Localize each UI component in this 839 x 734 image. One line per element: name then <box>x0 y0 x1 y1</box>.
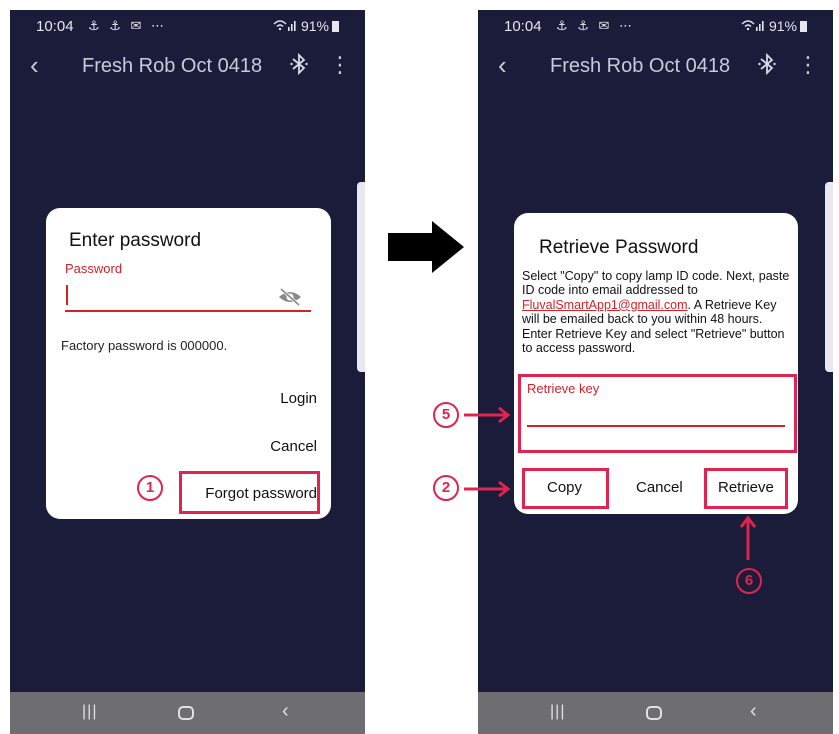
status-time: 10:04 <box>504 18 542 35</box>
status-time: 10:04 <box>36 18 74 35</box>
nav-back-icon[interactable]: ‹ <box>282 700 289 723</box>
device-title: Fresh Rob Oct 0418 <box>550 55 731 77</box>
support-email-link[interactable]: FluvalSmartApp1@gmail.com <box>522 298 688 312</box>
login-button[interactable]: Login <box>280 390 317 407</box>
pointer-arrow-icon <box>464 406 511 424</box>
copy-button[interactable]: Copy <box>547 479 582 496</box>
step-marker-5: 5 <box>433 402 459 428</box>
forgot-password-button[interactable]: Forgot password <box>205 485 317 502</box>
battery-percent: 91% <box>300 18 329 34</box>
status-bar: 10:04 ⚓ ⚓ ✉ ⋯ 91% <box>478 10 833 46</box>
recent-apps-icon[interactable]: ||| <box>550 703 565 721</box>
password-input[interactable] <box>65 282 311 312</box>
background-card-edge <box>357 182 365 372</box>
retrieve-instructions: Select "Copy" to copy lamp ID code. Next… <box>522 269 790 355</box>
step-marker-2: 2 <box>433 475 459 501</box>
dialog-title: Enter password <box>69 230 202 251</box>
home-icon[interactable] <box>646 706 662 720</box>
step-marker-1: 1 <box>137 475 163 501</box>
nav-back-icon[interactable]: ‹ <box>750 700 757 723</box>
instructions-text-1: Select "Copy" to copy lamp ID code. Next… <box>522 269 790 298</box>
retrieve-key-input[interactable] <box>527 403 785 427</box>
phone-screen-retrieve-password: 10:04 ⚓ ⚓ ✉ ⋯ 91% ‹ Fresh Rob Oct 0418 ⋮… <box>478 10 833 734</box>
system-nav-bar: ||| ‹ <box>478 692 833 734</box>
wifi-signal-icon <box>273 18 301 34</box>
back-arrow-icon[interactable]: ‹ <box>498 52 507 78</box>
battery-icon <box>800 21 807 32</box>
pointer-arrow-icon <box>739 515 757 560</box>
bluetooth-icon[interactable] <box>290 52 308 81</box>
system-nav-bar: ||| ‹ <box>10 692 365 734</box>
enter-password-dialog: Enter password Password Factory password… <box>46 208 331 519</box>
wifi-signal-icon <box>741 18 769 34</box>
back-arrow-icon[interactable]: ‹ <box>30 52 39 78</box>
eye-off-icon[interactable] <box>278 287 302 307</box>
factory-password-note: Factory password is 000000. <box>61 338 228 353</box>
more-vertical-icon[interactable]: ⋮ <box>329 54 351 76</box>
phone-screen-enter-password: 10:04 ⚓ ⚓ ✉ ⋯ 91% ‹ Fresh Rob Oct 0418 ⋮… <box>10 10 365 734</box>
retrieve-key-label: Retrieve key <box>527 381 600 396</box>
password-label: Password <box>65 261 123 276</box>
pointer-arrow-icon <box>464 480 511 498</box>
home-icon[interactable] <box>178 706 194 720</box>
device-title: Fresh Rob Oct 0418 <box>82 55 263 77</box>
battery-icon <box>332 21 339 32</box>
more-vertical-icon[interactable]: ⋮ <box>797 54 819 76</box>
bluetooth-icon[interactable] <box>758 52 776 81</box>
app-bar: ‹ Fresh Rob Oct 0418 ⋮ <box>478 46 833 90</box>
status-bar: 10:04 ⚓ ⚓ ✉ ⋯ 91% <box>10 10 365 46</box>
cancel-button[interactable]: Cancel <box>636 479 683 496</box>
dialog-title: Retrieve Password <box>539 237 699 258</box>
cancel-button[interactable]: Cancel <box>270 438 317 455</box>
notification-icons: ⚓ ⚓ ✉ ⋯ <box>556 18 636 33</box>
background-card-edge <box>825 182 833 372</box>
recent-apps-icon[interactable]: ||| <box>82 703 97 721</box>
battery-percent: 91% <box>768 18 797 34</box>
text-cursor <box>66 285 68 305</box>
status-right: 91% <box>741 18 807 34</box>
retrieve-button[interactable]: Retrieve <box>718 479 774 496</box>
flow-arrow-icon <box>388 221 464 273</box>
status-right: 91% <box>273 18 339 34</box>
notification-icons: ⚓ ⚓ ✉ ⋯ <box>88 18 168 33</box>
step-marker-6: 6 <box>736 568 762 594</box>
app-bar: ‹ Fresh Rob Oct 0418 ⋮ <box>10 46 365 90</box>
retrieve-password-dialog: Retrieve Password Select "Copy" to copy … <box>514 213 798 514</box>
